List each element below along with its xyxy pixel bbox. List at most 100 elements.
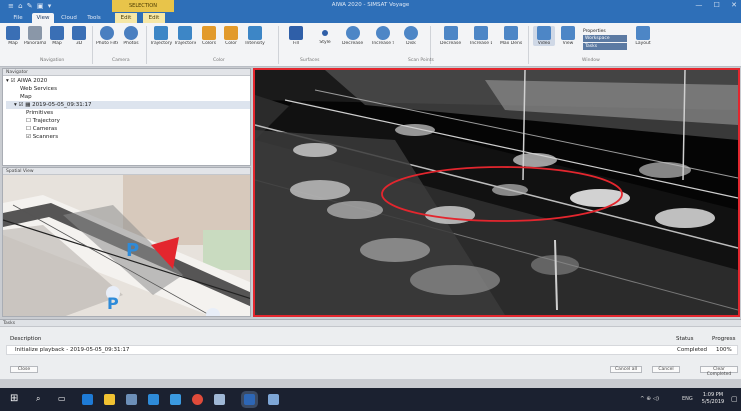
tab-edit-secondary[interactable]: Edit <box>143 13 165 23</box>
col-progress[interactable]: Progress <box>712 336 735 342</box>
clear-completed-button[interactable]: Clear Completed <box>700 366 738 377</box>
layout-button[interactable]: Layout <box>632 26 654 46</box>
system-tray-icons[interactable]: ^ ⊕ ◁) <box>640 396 659 402</box>
properties-item[interactable]: Properties <box>583 28 627 35</box>
colors-icon <box>202 26 216 40</box>
layout-icon <box>636 26 650 40</box>
map-button[interactable]: Map <box>2 26 24 46</box>
notifications-icon[interactable]: ▢ <box>731 395 738 403</box>
disk-button[interactable]: Disk <box>400 26 422 46</box>
photos-icon <box>124 26 138 40</box>
window-controls[interactable]: — ☐ ✕ <box>695 1 737 9</box>
photo-filters-button[interactable]: Photo Filters <box>96 26 118 46</box>
paint-bucket-icon <box>224 26 238 40</box>
point-cloud-canvas[interactable] <box>255 70 738 315</box>
group-navigation: Navigation <box>40 58 65 63</box>
tasks-title: Tasks <box>0 320 741 327</box>
chrome-icon[interactable] <box>192 394 203 405</box>
ribbon-tab-bar: File View Cloud Tools Edit Edit <box>0 12 741 23</box>
app-icon[interactable] <box>268 394 279 405</box>
colors-button[interactable]: Colors <box>198 26 220 46</box>
parking-marker: P <box>107 294 119 313</box>
col-description[interactable]: Description <box>10 336 41 342</box>
tab-view[interactable]: View <box>32 13 54 23</box>
tab-cloud[interactable]: Cloud <box>58 13 80 23</box>
window-options: Properties Workspace Tasks <box>583 28 627 50</box>
clock[interactable]: 1:09 PM 5/5/2019 <box>698 392 728 406</box>
windows-start-icon[interactable]: ⊞ <box>10 393 18 404</box>
style-button[interactable]: Style <box>314 26 336 45</box>
voyage-app-icon[interactable] <box>244 394 255 405</box>
fill-button[interactable]: Fill <box>285 26 307 46</box>
max-density-icon <box>504 26 518 40</box>
cancel-button[interactable]: Cancel <box>652 366 680 373</box>
tab-tools[interactable]: Tools <box>83 13 105 23</box>
app-icon[interactable] <box>214 394 225 405</box>
view-icon <box>561 26 575 40</box>
3d-view-button[interactable]: 3D <box>68 26 90 46</box>
photo-filter-icon <box>100 26 114 40</box>
tree-item-trajectory[interactable]: ☐ Trajectory <box>6 117 250 125</box>
clock-time: 1:09 PM <box>702 392 724 398</box>
decrease-size-button[interactable]: Decrease Size <box>342 26 364 46</box>
tasks-panel: Tasks Description Status Progress Initia… <box>0 319 741 379</box>
table-row[interactable]: Initialize playback - 2019-05-05_09:31:1… <box>6 345 738 355</box>
col-status[interactable]: Status <box>676 336 694 342</box>
map-view-icon <box>50 26 64 40</box>
panorama-icon <box>28 26 42 40</box>
view-button[interactable]: View <box>557 26 579 46</box>
panorama-button[interactable]: Panorama <box>24 26 46 46</box>
spatial-view-title: Spatial View <box>3 168 250 175</box>
tree-item-cameras[interactable]: ☐ Cameras <box>6 125 250 133</box>
checkbox-icon[interactable]: ☑ <box>26 134 33 140</box>
tree-item-project[interactable]: ▾ ☑ AIWA 2020 <box>6 77 250 85</box>
parking-marker: P <box>126 240 140 261</box>
task-view-icon[interactable]: ▭ <box>58 394 66 403</box>
group-surfaces: Surfaces <box>300 58 320 63</box>
trajectory-icon <box>154 26 168 40</box>
tab-edit-selection[interactable]: Edit <box>115 13 137 23</box>
tasks-item[interactable]: Tasks <box>583 43 627 50</box>
photos-app-icon[interactable] <box>170 394 181 405</box>
edge-browser-icon[interactable] <box>82 394 93 405</box>
increase-density-button[interactable]: Increase Density <box>470 26 492 46</box>
map-icon <box>6 26 20 40</box>
ribbon-separator <box>278 26 279 64</box>
close-button[interactable]: Close <box>10 366 38 373</box>
tab-file[interactable]: File <box>8 13 28 23</box>
decrease-density-button[interactable]: Decrease Density <box>440 26 462 46</box>
video-button[interactable]: Video <box>533 26 555 46</box>
increase-size-button[interactable]: Increase Size <box>372 26 394 46</box>
tree-item-map[interactable]: Map <box>6 93 250 101</box>
window-title: AIWA 2020 - SIMSAT Voyage <box>331 2 410 8</box>
tree-item-web-services[interactable]: Web Services <box>6 85 250 93</box>
collapse-icon[interactable]: ▾ ☑ <box>6 78 17 84</box>
max-density-button[interactable]: Max Density <box>500 26 522 46</box>
checkbox-icon[interactable]: ☐ <box>26 126 33 132</box>
search-icon[interactable]: ⌕ <box>36 394 40 404</box>
increase-density-icon <box>474 26 488 40</box>
checkbox-icon[interactable]: ☐ <box>26 118 33 124</box>
cancel-all-button[interactable]: Cancel all <box>610 366 642 373</box>
trajectory-button[interactable]: Trajectory <box>150 26 172 46</box>
map-view-button[interactable]: Map <box>46 26 68 46</box>
tree-item-primitives[interactable]: Primitives <box>6 109 250 117</box>
photos-button[interactable]: Photos <box>120 26 142 46</box>
mail-icon[interactable] <box>148 394 159 405</box>
workspace-item[interactable]: Workspace <box>583 35 627 42</box>
file-explorer-icon[interactable] <box>104 394 115 405</box>
style-icon <box>322 30 328 36</box>
group-color: Color <box>213 58 225 63</box>
decrease-density-icon <box>444 26 458 40</box>
tree-item-scanners[interactable]: ☑ Scanners <box>6 133 250 141</box>
intensity-button[interactable]: Intensity <box>244 26 266 46</box>
task-status: Completed <box>677 347 707 353</box>
color-button[interactable]: Color <box>220 26 242 46</box>
point-cloud-viewer[interactable] <box>253 68 740 317</box>
trajectories-button[interactable]: Trajectories <box>174 26 196 46</box>
store-icon[interactable] <box>126 394 137 405</box>
tree-item-dataset[interactable]: ▾ ☑ ▦ 2019-05-05_09:31:17 <box>6 101 250 109</box>
language-indicator[interactable]: ENG <box>682 396 693 402</box>
ribbon-separator <box>528 26 529 64</box>
navigator-panel: Navigator ▾ ☑ AIWA 2020 Web Services Map… <box>2 68 251 166</box>
